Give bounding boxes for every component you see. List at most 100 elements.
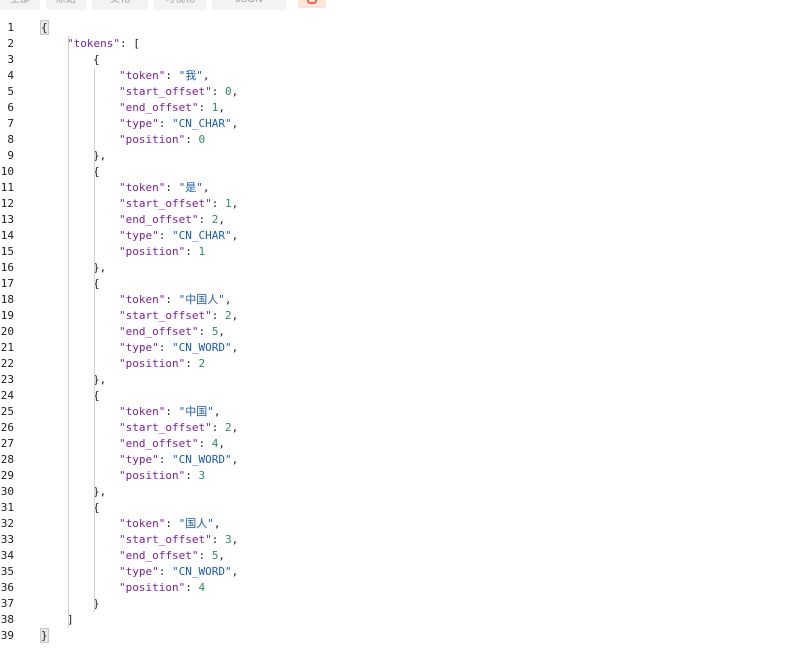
line-number: 18	[0, 293, 14, 306]
indent-guide	[94, 292, 95, 404]
share-button[interactable]	[298, 0, 326, 8]
code-line: },	[41, 372, 238, 388]
line-number: 39	[0, 629, 14, 642]
json-key: "token"	[119, 293, 166, 306]
json-punct: :	[158, 341, 172, 354]
json-punct: ,	[231, 533, 239, 546]
json-punct: ,	[231, 341, 239, 354]
json-punct: }	[40, 628, 49, 643]
json-key: "position"	[119, 133, 186, 146]
json-number: 2	[198, 357, 206, 370]
json-key: "position"	[119, 357, 186, 370]
json-number: 3	[198, 469, 206, 482]
json-key: "end_offset"	[119, 549, 199, 562]
line-number: 14	[0, 229, 14, 242]
code-line: "tokens": [	[41, 36, 238, 52]
json-key: "token"	[119, 69, 166, 82]
json-number: 0	[224, 85, 232, 98]
line-number: 31	[0, 501, 14, 514]
line-number: 32	[0, 517, 14, 530]
line-number: 21	[0, 341, 14, 354]
json-punct: :	[198, 549, 212, 562]
code-area[interactable]: {"tokens": [{"token": "我", "start_offset"…	[40, 20, 239, 644]
indent-guide	[94, 404, 95, 516]
format-select[interactable]: JSON	[212, 0, 286, 10]
line-number: 19	[0, 309, 14, 322]
line-number: 24	[0, 389, 14, 402]
line-numbers: 1 2 3 4 5 6 7 8 9 10 11 12 13 14 15 16 17 18 19 20 21 22 23 24 2…	[0, 20, 30, 644]
json-number: 2	[224, 309, 232, 322]
line-number: 5	[7, 85, 14, 98]
tab-visualize[interactable]: 可视化	[154, 0, 206, 10]
json-punct: :	[158, 453, 172, 466]
tab-pretty[interactable]: 美化	[92, 0, 148, 10]
code-line: "position": 0	[41, 132, 238, 148]
json-number: 3	[224, 533, 232, 546]
code-line: "end_offset": 5,	[41, 548, 238, 564]
json-key: "start_offset"	[119, 197, 212, 210]
json-punct: ,	[231, 229, 239, 242]
json-string: "中国人"	[178, 293, 225, 306]
line-number: 7	[7, 117, 14, 130]
line-number: 2	[7, 37, 14, 50]
tab-all[interactable]: 全部	[0, 0, 40, 10]
json-key: "start_offset"	[119, 309, 212, 322]
json-key: "type"	[119, 565, 159, 578]
line-number: 27	[0, 437, 14, 450]
code-line: "type": "CN_WORD",	[41, 452, 238, 468]
indent-guide	[94, 516, 95, 612]
indent-guide	[94, 68, 95, 180]
json-punct: :	[198, 101, 212, 114]
json-punct: :	[165, 517, 179, 530]
code-line: "end_offset": 1,	[41, 100, 238, 116]
json-string: "我"	[178, 69, 203, 82]
json-number: 4	[198, 581, 206, 594]
json-key: "type"	[119, 117, 159, 130]
line-number: 25	[0, 405, 14, 418]
code-line: "type": "CN_CHAR",	[41, 228, 238, 244]
line-number: 10	[0, 165, 14, 178]
line-number: 15	[0, 245, 14, 258]
json-punct: ,	[231, 197, 239, 210]
json-key: "end_offset"	[119, 325, 199, 338]
json-key: "end_offset"	[119, 437, 199, 450]
json-punct: :	[158, 565, 172, 578]
code-line: "token": "是",	[41, 180, 238, 196]
json-string: "中国"	[178, 405, 214, 418]
json-punct: :	[185, 469, 199, 482]
json-number: 0	[198, 133, 206, 146]
code-line: "type": "CN_WORD",	[41, 340, 238, 356]
json-punct: :	[185, 133, 199, 146]
line-number: 23	[0, 373, 14, 386]
response-toolbar: 全部 原始 美化 可视化 JSON	[0, 0, 786, 12]
json-key: "start_offset"	[119, 533, 212, 546]
json-punct: :	[185, 245, 199, 258]
code-line: {	[41, 164, 238, 180]
tab-raw[interactable]: 原始	[46, 0, 86, 10]
json-string: "CN_CHAR"	[172, 117, 232, 130]
json-number: 2	[224, 421, 232, 434]
line-number: 4	[7, 69, 14, 82]
json-string: "CN_WORD"	[172, 341, 232, 354]
code-line: "position": 3	[41, 468, 238, 484]
line-number: 29	[0, 469, 14, 482]
line-number: 20	[0, 325, 14, 338]
json-viewer[interactable]: 1 2 3 4 5 6 7 8 9 10 11 12 13 14 15 16 17 18 19 20 21 22 23 24 2…	[0, 20, 786, 652]
json-punct: ,	[231, 85, 239, 98]
line-number: 1	[7, 21, 14, 34]
json-punct: ,	[213, 517, 221, 530]
code-line: {	[41, 52, 238, 68]
line-number: 13	[0, 213, 14, 226]
json-punct: : [	[119, 37, 140, 50]
json-punct: :	[198, 437, 212, 450]
json-key: "token"	[119, 181, 166, 194]
json-key: "position"	[119, 581, 186, 594]
code-line: "start_offset": 2,	[41, 308, 238, 324]
json-punct: {	[93, 53, 100, 66]
json-punct: ,	[218, 325, 225, 338]
code-line: "token": "中国",	[41, 404, 238, 420]
line-number: 9	[7, 149, 14, 162]
json-punct: :	[158, 229, 172, 242]
json-punct: ,	[202, 69, 210, 82]
json-key: "end_offset"	[119, 101, 199, 114]
